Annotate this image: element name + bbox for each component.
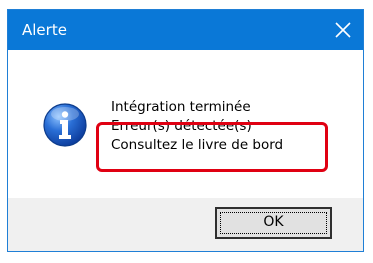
title-bar[interactable]: Alerte [8,10,363,50]
window-title: Alerte [22,21,67,39]
ok-button[interactable]: OK [215,207,332,239]
alert-dialog: Alerte Intégration terminée Erreur(s) dé… [7,9,364,252]
info-icon [43,103,87,147]
message-line-1: Intégration terminée [111,99,251,115]
button-bar: OK [8,198,363,251]
dialog-content: Intégration terminée Erreur(s) détectée(… [8,50,363,200]
close-icon [335,22,351,38]
close-button[interactable] [323,10,363,50]
ok-button-label: OK [263,214,284,230]
highlight-box [96,122,328,172]
